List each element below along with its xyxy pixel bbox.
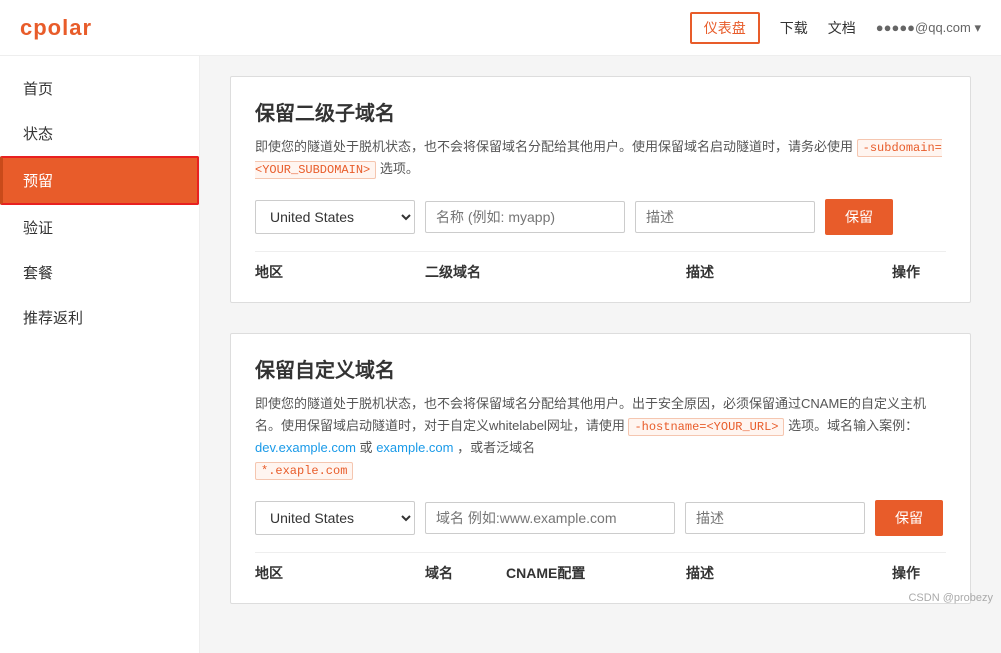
section2-form-row: United States 保留 [255, 500, 946, 536]
section1-table-header: 地区 二级域名 描述 操作 [255, 251, 946, 282]
download-link[interactable]: 下载 [780, 18, 808, 38]
section2-domain-input[interactable] [425, 502, 675, 534]
reserve-subdomain-section: 保留二级子域名 即使您的隧道处于脱机状态，也不会将保留域名分配给其他用户。使用保… [230, 76, 971, 303]
sidebar-item-plan[interactable]: 套餐 [0, 250, 199, 295]
section2-reserve-button[interactable]: 保留 [875, 500, 943, 536]
section1-region-select[interactable]: United States [255, 200, 415, 234]
section2-col-cname: CNAME配置 [506, 563, 686, 583]
section2-col-region: 地区 [255, 563, 425, 583]
section1-desc: 即使您的隧道处于脱机状态，也不会将保留域名分配给其他用户。使用保留域名启动隧道时… [255, 136, 946, 181]
section1-col-action: 操作 [866, 262, 946, 282]
reserve-custom-domain-section: 保留自定义域名 即使您的隧道处于脱机状态，也不会将保留域名分配给其他用户。出于安… [230, 333, 971, 604]
section2-region-select[interactable]: United States [255, 501, 415, 535]
docs-link[interactable]: 文档 [828, 18, 856, 38]
section2-code1: -hostname=<YOUR_URL> [628, 418, 784, 436]
section1-col-desc: 描述 [686, 262, 866, 282]
section2-col-domain: 域名 [425, 563, 506, 583]
section2-link1: dev.example.com [255, 440, 356, 455]
section2-table-header: 地区 域名 CNAME配置 描述 操作 [255, 552, 946, 583]
section2-code2: *.exaple.com [255, 462, 353, 480]
watermark: CSDN @probezy [908, 592, 993, 604]
sidebar-item-status[interactable]: 状态 [0, 111, 199, 156]
sidebar-item-home[interactable]: 首页 [0, 66, 199, 111]
sidebar-item-auth[interactable]: 验证 [0, 205, 199, 250]
sidebar-item-reserve[interactable]: 预留 [0, 156, 199, 205]
main-content: 保留二级子域名 即使您的隧道处于脱机状态，也不会将保留域名分配给其他用户。使用保… [200, 56, 1001, 653]
user-menu[interactable]: ●●●●●@qq.com ▾ [876, 20, 981, 36]
section2-title: 保留自定义域名 [255, 354, 946, 383]
section1-reserve-button[interactable]: 保留 [825, 199, 893, 235]
sidebar-item-referral[interactable]: 推荐返利 [0, 295, 199, 340]
header-nav: 仪表盘 下载 文档 ●●●●●@qq.com ▾ [690, 12, 981, 44]
section1-col-subdomain: 二级域名 [425, 262, 686, 282]
sidebar: 首页 状态 预留 验证 套餐 推荐返利 [0, 56, 200, 653]
section2-col-desc: 描述 [686, 563, 866, 583]
dashboard-button[interactable]: 仪表盘 [690, 12, 760, 44]
layout: 首页 状态 预留 验证 套餐 推荐返利 保留二级子域名 即使您的隧道处于脱机状态… [0, 56, 1001, 653]
header: cpolar 仪表盘 下载 文档 ●●●●●@qq.com ▾ [0, 0, 1001, 56]
section1-desc-input[interactable] [635, 201, 815, 233]
section2-desc-input[interactable] [685, 502, 865, 534]
section2-desc: 即使您的隧道处于脱机状态，也不会将保留域名分配给其他用户。出于安全原因，必须保留… [255, 393, 946, 482]
section2-link2: example.com [376, 440, 453, 455]
section1-name-input[interactable] [425, 201, 625, 233]
logo: cpolar [20, 15, 92, 41]
section1-title: 保留二级子域名 [255, 97, 946, 126]
section1-col-region: 地区 [255, 262, 425, 282]
section2-col-action: 操作 [866, 563, 946, 583]
section1-form-row: United States 保留 [255, 199, 946, 235]
